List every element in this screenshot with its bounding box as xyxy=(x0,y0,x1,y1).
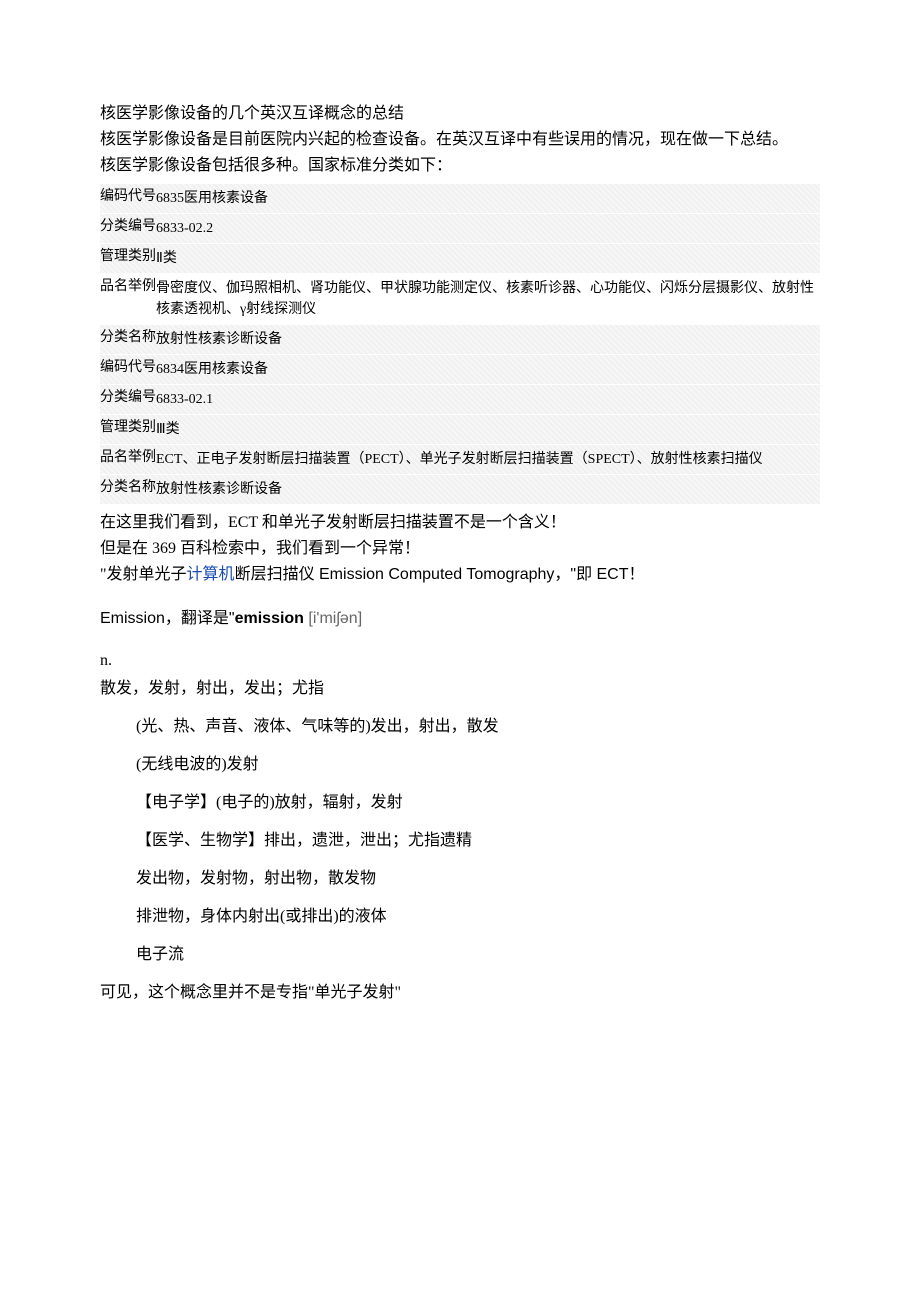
table-row: 管理类别 Ⅲ类 xyxy=(100,415,820,445)
list-item: 排泄物，身体内射出(或排出)的液体 xyxy=(136,905,820,929)
def-lead: 散发，发射，射出，发出；尤指 xyxy=(100,677,820,701)
intro-para-1: 核医学影像设备是目前医院内兴起的检查设备。在英汉互译中有些误用的情况，现在做一下… xyxy=(100,128,820,152)
table-row: 编码代号 6834医用核素设备 xyxy=(100,355,820,385)
row-label: 分类名称 xyxy=(100,475,156,501)
list-item: (光、热、声音、液体、气味等的)发出，射出，散发 xyxy=(136,715,820,739)
list-item: 【医学、生物学】排出，遗泄，泄出；尤指遗精 xyxy=(136,829,820,853)
row-value: 6834医用核素设备 xyxy=(156,355,820,384)
body-text: 但是在 369 百科检索中，我们看到一个异常！ xyxy=(100,537,820,561)
body-text-with-link: "发射单光子计算机断层扫描仪 Emission Computed Tomogra… xyxy=(100,563,820,587)
table-row: 编码代号 6835医用核素设备 xyxy=(100,184,820,214)
list-item: (无线电波的)发射 xyxy=(136,753,820,777)
row-value: 骨密度仪、伽玛照相机、肾功能仪、甲状腺功能测定仪、核素听诊器、心功能仪、闪烁分层… xyxy=(156,274,820,324)
emission-word: emission xyxy=(235,610,304,627)
table-row: 品名举例 骨密度仪、伽玛照相机、肾功能仪、甲状腺功能测定仪、核素听诊器、心功能仪… xyxy=(100,274,820,325)
row-label: 编码代号 xyxy=(100,355,156,381)
computer-link[interactable]: 计算机 xyxy=(187,566,235,583)
row-label: 编码代号 xyxy=(100,184,156,210)
text-prefix: "发射单光子 xyxy=(100,566,187,583)
emission-line: Emission，翻译是"emission [i'miʃən] xyxy=(100,607,820,631)
row-value: 放射性核素诊断设备 xyxy=(156,325,820,354)
list-item: 发出物，发射物，射出物，散发物 xyxy=(136,867,820,891)
emission-label: Emission，翻译是" xyxy=(100,610,235,627)
doc-title: 核医学影像设备的几个英汉互译概念的总结 xyxy=(100,102,820,126)
list-item: 【电子学】(电子的)放射，辐射，发射 xyxy=(136,791,820,815)
table-row: 分类名称 放射性核素诊断设备 xyxy=(100,475,820,505)
row-label: 分类编号 xyxy=(100,385,156,411)
row-value: Ⅲ类 xyxy=(156,415,820,444)
intro-para-2: 核医学影像设备包括很多种。国家标准分类如下： xyxy=(100,154,820,178)
row-label: 管理类别 xyxy=(100,415,156,441)
row-value: ECT、正电子发射断层扫描装置（PECT）、单光子发射断层扫描装置（SPECT）… xyxy=(156,445,820,474)
part-of-speech: n. xyxy=(100,649,820,673)
conclusion-text: 可见，这个概念里并不是专指"单光子发射" xyxy=(100,981,820,1005)
table-row: 分类名称 放射性核素诊断设备 xyxy=(100,325,820,355)
row-value: 放射性核素诊断设备 xyxy=(156,475,820,504)
row-value: Ⅱ类 xyxy=(156,244,820,273)
list-item: 电子流 xyxy=(136,943,820,967)
row-value: 6833-02.1 xyxy=(156,385,820,414)
table-row: 管理类别 Ⅱ类 xyxy=(100,244,820,274)
row-value: 6833-02.2 xyxy=(156,214,820,243)
text-suffix: 断层扫描仪 Emission Computed Tomography，"即 EC… xyxy=(235,566,645,583)
table-row: 分类编号 6833-02.1 xyxy=(100,385,820,415)
row-label: 管理类别 xyxy=(100,244,156,270)
table-row: 分类编号 6833-02.2 xyxy=(100,214,820,244)
body-text: 在这里我们看到，ECT 和单光子发射断层扫描装置不是一个含义！ xyxy=(100,511,820,535)
table-row: 品名举例 ECT、正电子发射断层扫描装置（PECT）、单光子发射断层扫描装置（S… xyxy=(100,445,820,475)
classification-table: 编码代号 6835医用核素设备 分类编号 6833-02.2 管理类别 Ⅱ类 品… xyxy=(100,184,820,505)
row-value: 6835医用核素设备 xyxy=(156,184,820,213)
row-label: 品名举例 xyxy=(100,445,156,471)
phonetic-text: [i'miʃən] xyxy=(304,610,362,627)
definition-list: (光、热、声音、液体、气味等的)发出，射出，散发 (无线电波的)发射 【电子学】… xyxy=(100,715,820,967)
row-label: 分类名称 xyxy=(100,325,156,351)
row-label: 品名举例 xyxy=(100,274,156,300)
row-label: 分类编号 xyxy=(100,214,156,240)
